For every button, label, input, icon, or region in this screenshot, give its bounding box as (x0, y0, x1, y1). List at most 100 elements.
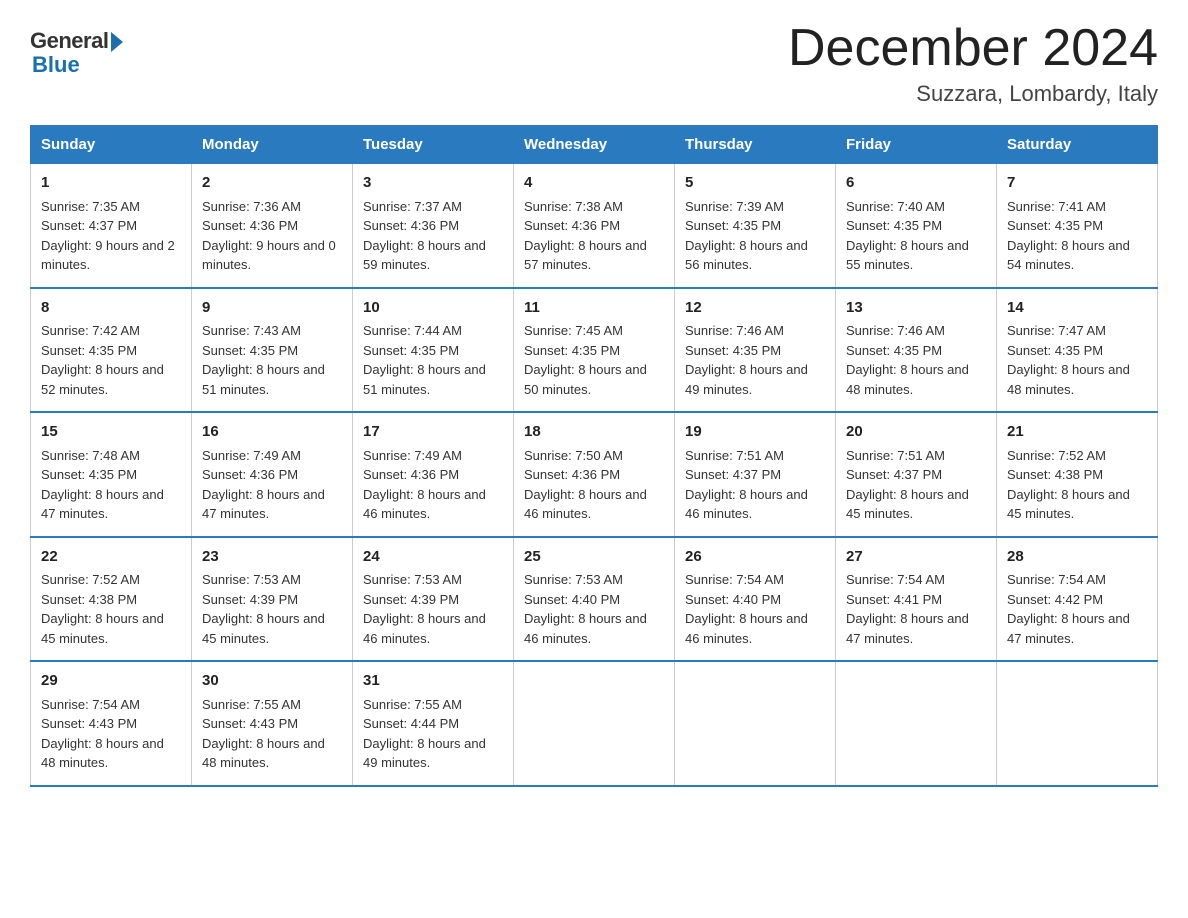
logo-blue-text: Blue (30, 52, 80, 78)
calendar-table: SundayMondayTuesdayWednesdayThursdayFrid… (30, 125, 1158, 787)
day-number: 28 (1007, 546, 1147, 569)
day-number: 10 (363, 297, 503, 320)
day-info: Sunrise: 7:49 AMSunset: 4:36 PMDaylight:… (202, 448, 325, 522)
day-info: Sunrise: 7:52 AMSunset: 4:38 PMDaylight:… (41, 572, 164, 646)
day-info: Sunrise: 7:50 AMSunset: 4:36 PMDaylight:… (524, 448, 647, 522)
calendar-cell: 25Sunrise: 7:53 AMSunset: 4:40 PMDayligh… (514, 537, 675, 662)
calendar-cell: 10Sunrise: 7:44 AMSunset: 4:35 PMDayligh… (353, 288, 514, 413)
day-info: Sunrise: 7:54 AMSunset: 4:41 PMDaylight:… (846, 572, 969, 646)
day-number: 4 (524, 172, 664, 195)
day-number: 29 (41, 670, 181, 693)
day-number: 19 (685, 421, 825, 444)
day-number: 8 (41, 297, 181, 320)
day-number: 18 (524, 421, 664, 444)
day-info: Sunrise: 7:54 AMSunset: 4:42 PMDaylight:… (1007, 572, 1130, 646)
calendar-cell: 12Sunrise: 7:46 AMSunset: 4:35 PMDayligh… (675, 288, 836, 413)
calendar-cell: 20 Sunrise: 7:51 AMSunset: 4:37 PMDayligh… (836, 412, 997, 537)
day-number: 22 (41, 546, 181, 569)
calendar-cell (836, 661, 997, 786)
day-info: Sunrise: 7:53 AMSunset: 4:39 PMDaylight:… (202, 572, 325, 646)
week-row-2: 8 Sunrise: 7:42 AMSunset: 4:35 PMDaylight… (31, 288, 1158, 413)
calendar-body: 1 Sunrise: 7:35 AMSunset: 4:37 PMDaylight… (31, 164, 1158, 786)
day-info: Sunrise: 7:55 AMSunset: 4:44 PMDaylight:… (363, 697, 486, 771)
day-info: Sunrise: 7:55 AMSunset: 4:43 PMDaylight:… (202, 697, 325, 771)
day-info: Sunrise: 7:43 AMSunset: 4:35 PMDaylight:… (202, 323, 325, 397)
day-info: Sunrise: 7:49 AMSunset: 4:36 PMDaylight:… (363, 448, 486, 522)
day-info: Sunrise: 7:37 AMSunset: 4:36 PMDaylight:… (363, 199, 486, 273)
calendar-cell: 28 Sunrise: 7:54 AMSunset: 4:42 PMDayligh… (997, 537, 1158, 662)
calendar-cell: 31 Sunrise: 7:55 AMSunset: 4:44 PMDayligh… (353, 661, 514, 786)
day-info: Sunrise: 7:53 AMSunset: 4:39 PMDaylight:… (363, 572, 486, 646)
day-info: Sunrise: 7:36 AMSunset: 4:36 PMDaylight:… (202, 199, 336, 273)
day-info: Sunrise: 7:45 AMSunset: 4:35 PMDaylight:… (524, 323, 647, 397)
calendar-cell: 24 Sunrise: 7:53 AMSunset: 4:39 PMDayligh… (353, 537, 514, 662)
day-info: Sunrise: 7:54 AMSunset: 4:40 PMDaylight:… (685, 572, 808, 646)
day-info: Sunrise: 7:53 AMSunset: 4:40 PMDaylight:… (524, 572, 647, 646)
day-info: Sunrise: 7:51 AMSunset: 4:37 PMDaylight:… (685, 448, 808, 522)
calendar-cell (514, 661, 675, 786)
day-info: Sunrise: 7:46 AMSunset: 4:35 PMDaylight:… (685, 323, 808, 397)
calendar-header: SundayMondayTuesdayWednesdayThursdayFrid… (31, 126, 1158, 164)
day-number: 20 (846, 421, 986, 444)
day-number: 16 (202, 421, 342, 444)
day-number: 9 (202, 297, 342, 320)
calendar-cell: 6 Sunrise: 7:40 AMSunset: 4:35 PMDaylight… (836, 164, 997, 288)
header-row: SundayMondayTuesdayWednesdayThursdayFrid… (31, 126, 1158, 164)
day-info: Sunrise: 7:41 AMSunset: 4:35 PMDaylight:… (1007, 199, 1130, 273)
day-info: Sunrise: 7:35 AMSunset: 4:37 PMDaylight:… (41, 199, 175, 273)
day-info: Sunrise: 7:38 AMSunset: 4:36 PMDaylight:… (524, 199, 647, 273)
calendar-cell: 2Sunrise: 7:36 AMSunset: 4:36 PMDaylight… (192, 164, 353, 288)
day-info: Sunrise: 7:48 AMSunset: 4:35 PMDaylight:… (41, 448, 164, 522)
day-number: 7 (1007, 172, 1147, 195)
logo-arrow-icon (111, 32, 123, 52)
calendar-cell: 11 Sunrise: 7:45 AMSunset: 4:35 PMDayligh… (514, 288, 675, 413)
day-number: 24 (363, 546, 503, 569)
calendar-cell: 13Sunrise: 7:46 AMSunset: 4:35 PMDayligh… (836, 288, 997, 413)
calendar-cell: 8 Sunrise: 7:42 AMSunset: 4:35 PMDaylight… (31, 288, 192, 413)
day-number: 6 (846, 172, 986, 195)
calendar-cell: 1 Sunrise: 7:35 AMSunset: 4:37 PMDaylight… (31, 164, 192, 288)
day-info: Sunrise: 7:42 AMSunset: 4:35 PMDaylight:… (41, 323, 164, 397)
day-info: Sunrise: 7:46 AMSunset: 4:35 PMDaylight:… (846, 323, 969, 397)
header-day-monday: Monday (192, 126, 353, 164)
page-title: December 2024 (788, 20, 1158, 77)
calendar-cell: 19 Sunrise: 7:51 AMSunset: 4:37 PMDayligh… (675, 412, 836, 537)
calendar-cell: 23 Sunrise: 7:53 AMSunset: 4:39 PMDayligh… (192, 537, 353, 662)
day-number: 31 (363, 670, 503, 693)
day-number: 23 (202, 546, 342, 569)
calendar-cell: 5 Sunrise: 7:39 AMSunset: 4:35 PMDaylight… (675, 164, 836, 288)
title-block: December 2024 Suzzara, Lombardy, Italy (788, 20, 1158, 107)
day-number: 26 (685, 546, 825, 569)
calendar-cell: 4 Sunrise: 7:38 AMSunset: 4:36 PMDaylight… (514, 164, 675, 288)
calendar-cell: 26 Sunrise: 7:54 AMSunset: 4:40 PMDayligh… (675, 537, 836, 662)
week-row-5: 29 Sunrise: 7:54 AMSunset: 4:43 PMDayligh… (31, 661, 1158, 786)
calendar-cell: 7 Sunrise: 7:41 AMSunset: 4:35 PMDaylight… (997, 164, 1158, 288)
calendar-cell: 14Sunrise: 7:47 AMSunset: 4:35 PMDayligh… (997, 288, 1158, 413)
header-day-friday: Friday (836, 126, 997, 164)
week-row-1: 1 Sunrise: 7:35 AMSunset: 4:37 PMDaylight… (31, 164, 1158, 288)
week-row-4: 22 Sunrise: 7:52 AMSunset: 4:38 PMDayligh… (31, 537, 1158, 662)
logo: General Blue (30, 20, 123, 78)
day-number: 27 (846, 546, 986, 569)
calendar-cell: 30Sunrise: 7:55 AMSunset: 4:43 PMDayligh… (192, 661, 353, 786)
calendar-cell: 29 Sunrise: 7:54 AMSunset: 4:43 PMDayligh… (31, 661, 192, 786)
day-number: 14 (1007, 297, 1147, 320)
calendar-cell: 16 Sunrise: 7:49 AMSunset: 4:36 PMDayligh… (192, 412, 353, 537)
day-info: Sunrise: 7:51 AMSunset: 4:37 PMDaylight:… (846, 448, 969, 522)
calendar-cell: 27 Sunrise: 7:54 AMSunset: 4:41 PMDayligh… (836, 537, 997, 662)
calendar-cell (675, 661, 836, 786)
day-info: Sunrise: 7:54 AMSunset: 4:43 PMDaylight:… (41, 697, 164, 771)
day-number: 17 (363, 421, 503, 444)
day-info: Sunrise: 7:39 AMSunset: 4:35 PMDaylight:… (685, 199, 808, 273)
calendar-cell (997, 661, 1158, 786)
header-day-wednesday: Wednesday (514, 126, 675, 164)
day-info: Sunrise: 7:40 AMSunset: 4:35 PMDaylight:… (846, 199, 969, 273)
day-info: Sunrise: 7:52 AMSunset: 4:38 PMDaylight:… (1007, 448, 1130, 522)
day-number: 1 (41, 172, 181, 195)
day-number: 11 (524, 297, 664, 320)
day-number: 3 (363, 172, 503, 195)
day-number: 5 (685, 172, 825, 195)
day-number: 15 (41, 421, 181, 444)
page-header: General Blue December 2024 Suzzara, Lomb… (30, 20, 1158, 107)
week-row-3: 15 Sunrise: 7:48 AMSunset: 4:35 PMDayligh… (31, 412, 1158, 537)
